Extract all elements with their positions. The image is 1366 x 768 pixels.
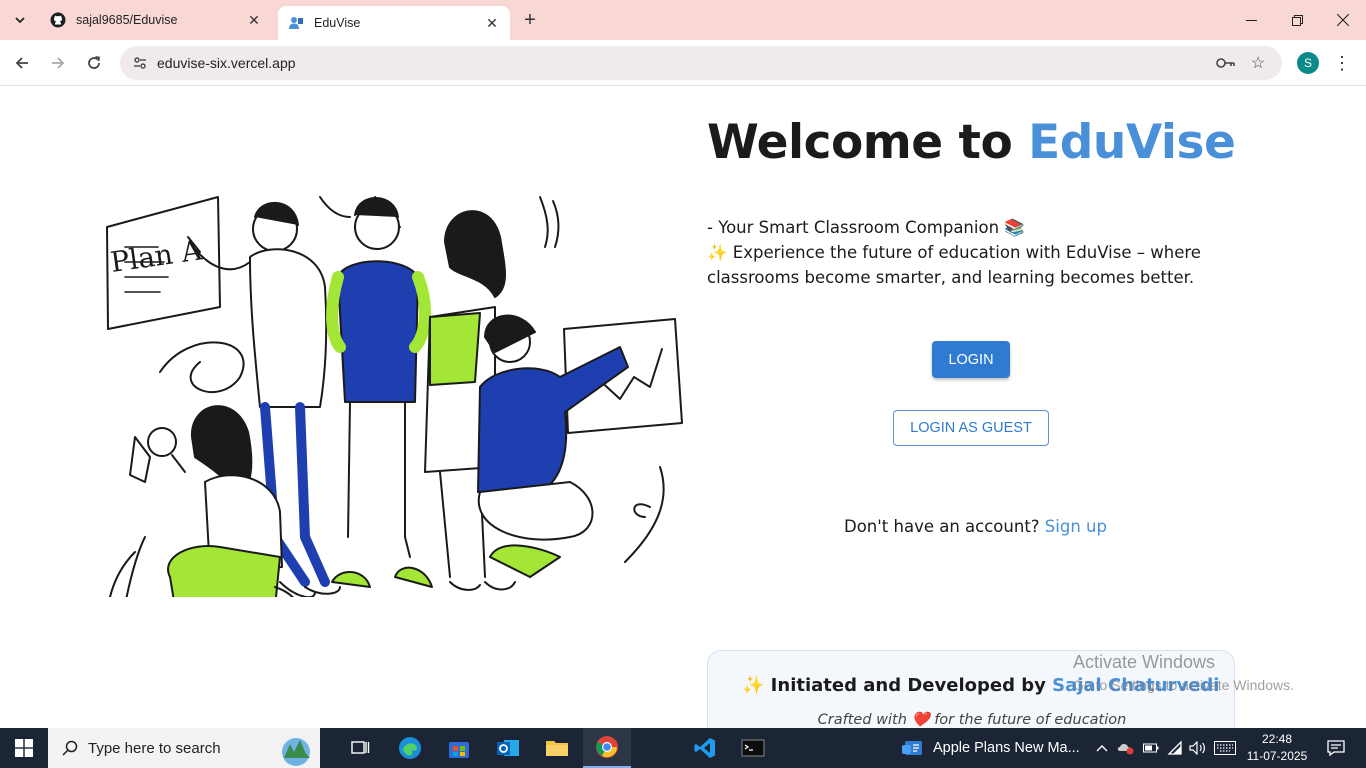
bookmark-star-icon[interactable]: ☆ [1246,51,1270,75]
taskbar-clock[interactable]: 22:48 11-07-2025 [1244,731,1310,765]
chrome-icon[interactable] [583,728,631,768]
task-view-icon[interactable] [336,728,384,768]
activate-windows-title: Activate Windows [1073,652,1216,672]
tab-github[interactable]: sajal9685/Eduvise ✕ [40,0,272,40]
news-icon [902,741,922,755]
vscode-icon[interactable] [681,728,729,768]
password-key-icon[interactable] [1214,51,1238,75]
back-icon[interactable] [6,47,38,79]
hero-subtitle: - Your Smart Classroom Companion 📚 ✨ Exp… [707,215,1227,290]
credits-prefix: ✨ Initiated and Developed by [742,675,1053,696]
search-icon [62,740,78,756]
team-illustration: Plan A [106,196,683,597]
clock-time: 22:48 [1261,732,1293,746]
restore-icon[interactable] [1274,0,1320,40]
title-brand: EduVise [1028,115,1236,170]
credits-tagline: Crafted with ❤️ for the future of educat… [708,711,1236,728]
hero-description: ✨ Experience the future of education wit… [707,243,1201,287]
heart-icon: ❤️ [911,712,930,728]
reload-icon[interactable] [78,47,110,79]
news-widget[interactable]: Apple Plans New Ma... [902,728,1080,768]
windows-taskbar: Type here to search Apple Plans New Ma..… [0,728,1366,768]
onedrive-error-icon[interactable] [1114,728,1138,768]
clock-date: 11-07-2025 [1246,749,1308,763]
close-tab-icon[interactable]: ✕ [244,10,264,30]
browser-toolbar: eduvise-six.vercel.app ☆ S ⋮ [0,40,1366,86]
title-prefix: Welcome to [707,115,1029,170]
tab-search-chevron-icon[interactable] [8,8,32,32]
profile-avatar[interactable]: S [1297,52,1319,74]
signup-line: Don't have an account? Sign up [844,517,1107,536]
tab-title: sajal9685/Eduvise [76,13,178,27]
search-highlight-icon [282,738,310,766]
browser-tabstrip: sajal9685/Eduvise ✕ EduVise ✕ + [0,0,1366,40]
page-content: Plan A Welcome to EduVise - Your Smart C… [0,87,1366,728]
notifications-icon[interactable] [1322,728,1350,768]
activate-windows-subtitle: Go to Settings to activate Windows. [1073,677,1294,693]
volume-icon[interactable] [1186,728,1210,768]
browser-menu-icon[interactable]: ⋮ [1332,50,1352,76]
page-title: Welcome to EduVise [707,115,1236,170]
keyboard-icon[interactable] [1213,728,1237,768]
github-icon [50,12,66,28]
taskbar-search-placeholder: Type here to search [88,739,221,757]
signup-link[interactable]: Sign up [1045,517,1107,536]
edge-browser-icon[interactable] [386,728,434,768]
address-bar[interactable]: eduvise-six.vercel.app ☆ [120,46,1282,80]
close-tab-icon[interactable]: ✕ [482,13,502,33]
news-headline: Apple Plans New Ma... [933,740,1080,756]
login-button[interactable]: LOGIN [932,341,1010,378]
microsoft-store-icon[interactable] [435,728,483,768]
new-tab-icon[interactable]: + [518,8,542,32]
tab-eduvise[interactable]: EduVise ✕ [278,6,510,40]
login-as-guest-button[interactable]: LOGIN AS GUEST [893,410,1049,446]
credits-tagline-before: Crafted with [817,712,907,728]
hero-tagline: - Your Smart Classroom Companion 📚 [707,218,1025,237]
battery-icon[interactable] [1139,728,1163,768]
eduvise-icon [288,15,304,31]
credits-tagline-after: for the future of education [934,712,1127,728]
minimize-icon[interactable] [1228,0,1274,40]
site-info-icon[interactable] [128,51,152,75]
show-hidden-icons-chevron-up-icon[interactable] [1090,728,1114,768]
close-window-icon[interactable] [1320,0,1366,40]
terminal-icon[interactable] [729,728,777,768]
wifi-icon[interactable] [1163,728,1187,768]
start-button-windows-icon[interactable] [0,728,48,768]
file-explorer-icon[interactable] [533,728,581,768]
outlook-icon[interactable] [484,728,532,768]
signup-prompt: Don't have an account? [844,517,1040,536]
taskbar-search-box[interactable]: Type here to search [48,728,320,768]
url-text: eduvise-six.vercel.app [157,55,296,71]
tab-title: EduVise [314,16,361,30]
forward-icon[interactable] [42,47,74,79]
